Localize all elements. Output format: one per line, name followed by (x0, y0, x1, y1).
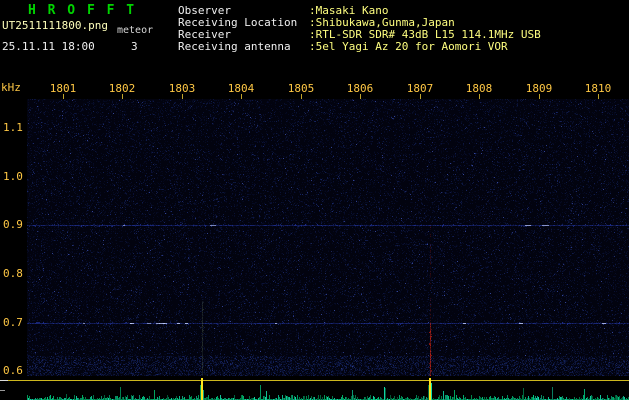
spectrogram-canvas (27, 99, 629, 376)
level-scale-tick (0, 380, 8, 381)
level-line-segment (8, 380, 27, 381)
y-axis-label: 1.0 (3, 170, 23, 183)
y-axis-label: 0.9 (3, 218, 23, 231)
hrofft-screen: H R O F F T UT2511111800.png meteor 25.1… (0, 0, 629, 400)
output-filename: UT2511111800.png (2, 19, 108, 32)
level-scale-tick (0, 390, 5, 391)
y-axis-label: 0.6 (3, 364, 23, 377)
app-title: H R O F F T (28, 3, 137, 18)
datetime-label: 25.11.11 18:00 (2, 40, 95, 53)
info-value: :5el Yagi Az 20 for Aomori VOR (309, 40, 508, 53)
mode-label: meteor (117, 25, 154, 36)
count-label: 3 (131, 40, 138, 53)
y-axis-label: 0.7 (3, 316, 23, 329)
level-panel-canvas (27, 378, 629, 400)
info-label: Receiving antenna (178, 40, 291, 53)
y-axis-unit: kHz (1, 81, 21, 94)
y-axis-label: 0.8 (3, 267, 23, 280)
y-axis-label: 1.1 (3, 121, 23, 134)
